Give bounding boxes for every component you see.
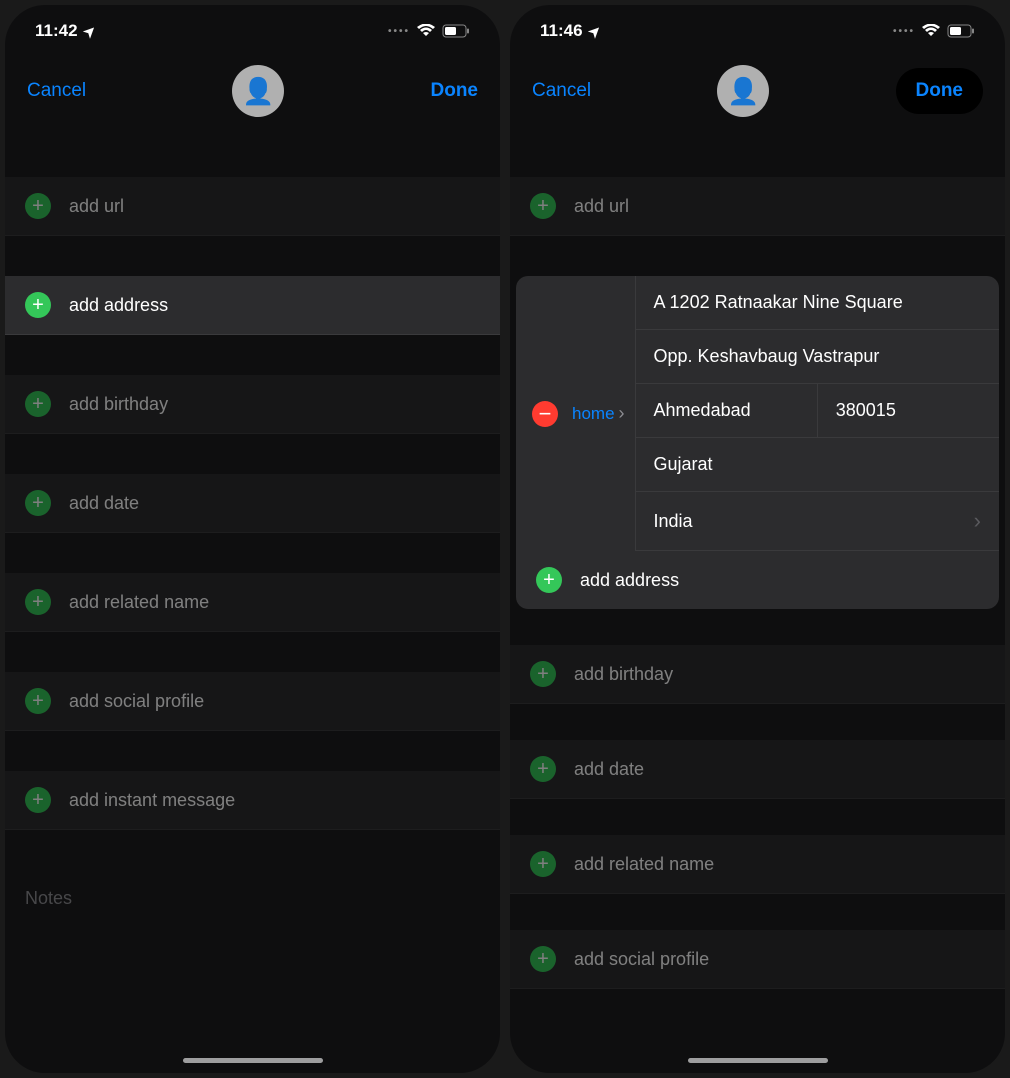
chevron-right-icon: › bbox=[974, 508, 981, 534]
status-bar: 11:46 •••• bbox=[510, 5, 1005, 49]
plus-icon bbox=[25, 193, 51, 219]
cancel-button[interactable]: Cancel bbox=[532, 80, 591, 102]
add-url-row[interactable]: add url bbox=[510, 177, 1005, 236]
plus-icon bbox=[530, 756, 556, 782]
add-date-row[interactable]: add date bbox=[5, 474, 500, 533]
home-indicator[interactable] bbox=[688, 1058, 828, 1063]
street1-field[interactable]: A 1202 Ratnaakar Nine Square bbox=[636, 276, 999, 330]
add-url-label: add url bbox=[69, 196, 124, 217]
plus-icon bbox=[530, 193, 556, 219]
status-time: 11:42 bbox=[35, 21, 78, 41]
plus-icon bbox=[25, 391, 51, 417]
add-birthday-label: add birthday bbox=[69, 394, 168, 415]
signal-dots: •••• bbox=[388, 26, 410, 37]
add-address-row[interactable]: add address bbox=[516, 551, 999, 609]
add-social-label: add social profile bbox=[574, 949, 709, 970]
signal-dots: •••• bbox=[893, 26, 915, 37]
nav-bar: Cancel 👤 Done bbox=[510, 49, 1005, 137]
notes-placeholder: Notes bbox=[25, 888, 72, 908]
avatar[interactable]: 👤 bbox=[232, 65, 284, 117]
battery-icon bbox=[947, 24, 975, 38]
add-related-row[interactable]: add related name bbox=[5, 573, 500, 632]
plus-icon bbox=[530, 946, 556, 972]
add-date-label: add date bbox=[574, 759, 644, 780]
contact-fields: add url home › A 1202 Ratnaakar Nine Squ… bbox=[510, 177, 1005, 989]
minus-icon[interactable] bbox=[532, 401, 558, 427]
avatar[interactable]: 👤 bbox=[717, 65, 769, 117]
add-date-label: add date bbox=[69, 493, 139, 514]
add-birthday-label: add birthday bbox=[574, 664, 673, 685]
plus-icon bbox=[25, 292, 51, 318]
add-related-row[interactable]: add related name bbox=[510, 835, 1005, 894]
add-social-row[interactable]: add social profile bbox=[510, 930, 1005, 989]
address-fields: A 1202 Ratnaakar Nine Square Opp. Keshav… bbox=[636, 276, 999, 551]
status-time: 11:46 bbox=[540, 21, 583, 41]
add-social-row[interactable]: add social profile bbox=[5, 672, 500, 731]
plus-icon bbox=[25, 589, 51, 615]
address-label-area[interactable]: home › bbox=[516, 276, 636, 551]
home-indicator[interactable] bbox=[183, 1058, 323, 1063]
plus-icon bbox=[25, 787, 51, 813]
cancel-button[interactable]: Cancel bbox=[27, 80, 86, 102]
add-address-label: add address bbox=[580, 570, 679, 591]
add-related-label: add related name bbox=[574, 854, 714, 875]
state-field[interactable]: Gujarat bbox=[636, 438, 999, 492]
contact-fields: add url add address add birthday add dat… bbox=[5, 177, 500, 927]
location-icon bbox=[589, 21, 601, 41]
add-birthday-row[interactable]: add birthday bbox=[5, 375, 500, 434]
wifi-icon bbox=[921, 24, 941, 38]
chevron-right-icon: › bbox=[619, 403, 625, 424]
plus-icon bbox=[536, 567, 562, 593]
done-highlight: Done bbox=[896, 68, 984, 114]
add-url-row[interactable]: add url bbox=[5, 177, 500, 236]
wifi-icon bbox=[416, 24, 436, 38]
done-button[interactable]: Done bbox=[431, 80, 479, 102]
address-block: home › A 1202 Ratnaakar Nine Square Opp.… bbox=[516, 276, 999, 609]
city-field[interactable]: Ahmedabad bbox=[636, 384, 818, 437]
address-entry: home › A 1202 Ratnaakar Nine Square Opp.… bbox=[516, 276, 999, 551]
address-type-label: home bbox=[572, 404, 615, 424]
notes-field[interactable]: Notes bbox=[5, 870, 500, 927]
location-icon bbox=[84, 21, 96, 41]
street2-field[interactable]: Opp. Keshavbaug Vastrapur bbox=[636, 330, 999, 384]
add-address-label: add address bbox=[69, 295, 168, 316]
add-social-label: add social profile bbox=[69, 691, 204, 712]
add-date-row[interactable]: add date bbox=[510, 740, 1005, 799]
add-birthday-row[interactable]: add birthday bbox=[510, 645, 1005, 704]
plus-icon bbox=[530, 661, 556, 687]
plus-icon bbox=[530, 851, 556, 877]
city-zip-row: Ahmedabad 380015 bbox=[636, 384, 999, 438]
add-im-row[interactable]: add instant message bbox=[5, 771, 500, 830]
screen-2: 11:46 •••• Cancel 👤 Done add url bbox=[510, 5, 1005, 1073]
plus-icon bbox=[25, 490, 51, 516]
done-button[interactable]: Done bbox=[916, 80, 964, 102]
nav-bar: Cancel 👤 Done bbox=[5, 49, 500, 137]
add-related-label: add related name bbox=[69, 592, 209, 613]
country-field[interactable]: India › bbox=[636, 492, 999, 551]
add-address-row[interactable]: add address bbox=[5, 276, 500, 335]
battery-icon bbox=[442, 24, 470, 38]
status-bar: 11:42 •••• bbox=[5, 5, 500, 49]
add-im-label: add instant message bbox=[69, 790, 235, 811]
screen-1: 11:42 •••• Cancel 👤 Done add url add add… bbox=[5, 5, 500, 1073]
zip-field[interactable]: 380015 bbox=[818, 384, 999, 437]
add-url-label: add url bbox=[574, 196, 629, 217]
plus-icon bbox=[25, 688, 51, 714]
